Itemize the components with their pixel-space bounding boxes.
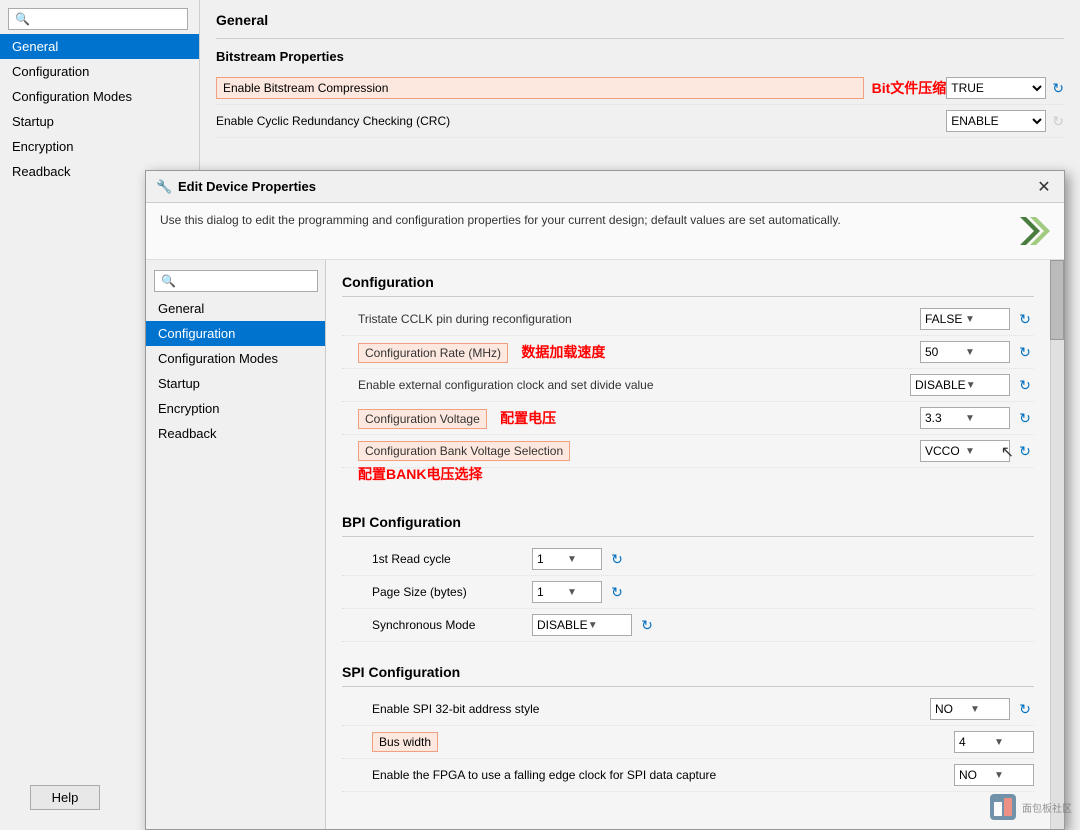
refresh-icon-compression[interactable]: ↻ [1052, 80, 1064, 97]
configuration-section-title: Configuration [342, 268, 1034, 297]
bpi-dropdown-read-cycle[interactable]: 1 ▼ [532, 548, 602, 570]
config-label-voltage: Configuration Voltage 配置电压 [358, 408, 920, 429]
config-row-voltage: Configuration Voltage 配置电压 3.3 ▼ ↻ [342, 402, 1034, 435]
refresh-icon-bank-voltage[interactable]: ↻ [1016, 443, 1034, 460]
bg-prop-row-crc: Enable Cyclic Redundancy Checking (CRC) … [216, 105, 1064, 138]
refresh-icon-crc[interactable]: ↻ [1052, 113, 1064, 130]
bg-prop-select-crc[interactable]: ENABLE [946, 110, 1046, 132]
bg-prop-label-crc: Enable Cyclic Redundancy Checking (CRC) [216, 114, 946, 128]
bpi-dropdown-sync-mode[interactable]: DISABLE ▼ [532, 614, 632, 636]
config-row-extclock: Enable external configuration clock and … [342, 369, 1034, 402]
bpi-section-title: BPI Configuration [342, 508, 1034, 537]
bg-nav-general[interactable]: General [0, 34, 199, 59]
watermark-text: 面包板社区 [1022, 800, 1072, 815]
bg-search-input[interactable] [8, 8, 188, 30]
refresh-icon-sync-mode[interactable]: ↻ [638, 617, 656, 634]
spi-row-falling-edge: Enable the FPGA to use a falling edge cl… [342, 759, 1034, 792]
modal-titlebar: 🔧 Edit Device Properties ✕ [146, 171, 1064, 203]
bg-section-title: General [216, 12, 1064, 28]
config-row-rate: Configuration Rate (MHz) 数据加载速度 50 ▼ ↻ [342, 336, 1034, 369]
bpi-row-page-size: Page Size (bytes) 1 ▼ ↻ [342, 576, 1034, 609]
refresh-icon-read-cycle[interactable]: ↻ [608, 551, 626, 568]
bg-nav-startup[interactable]: Startup [0, 109, 199, 134]
refresh-icon-extclock[interactable]: ↻ [1016, 377, 1034, 394]
refresh-icon-rate[interactable]: ↻ [1016, 344, 1034, 361]
chinese-label-bank-voltage: 配置BANK电压选择 [358, 466, 482, 482]
modal-nav-general[interactable]: General [146, 296, 325, 321]
config-label-extclock: Enable external configuration clock and … [358, 378, 910, 392]
watermark-logo [988, 792, 1018, 822]
refresh-icon-tristate[interactable]: ↻ [1016, 311, 1034, 328]
config-dropdown-tristate[interactable]: FALSE ▼ [920, 308, 1010, 330]
help-button[interactable]: Help [30, 785, 100, 810]
chinese-label-voltage: 配置电压 [500, 410, 556, 426]
dialog-icon: 🔧 [156, 179, 172, 195]
spi-row-bus-width: Bus width 4 ▼ [342, 726, 1034, 759]
spi-label-bus-width: Bus width [372, 732, 954, 752]
site-watermark: 面包板社区 [988, 792, 1072, 822]
modal-nav-configuration[interactable]: Configuration [146, 321, 325, 346]
configuration-section: Configuration Tristate CCLK pin during r… [326, 260, 1050, 496]
config-dropdown-bank-voltage[interactable]: VCCO ▼ [920, 440, 1010, 462]
config-dropdown-extclock[interactable]: DISABLE ▼ [910, 374, 1010, 396]
bpi-label-sync-mode: Synchronous Mode [372, 618, 532, 632]
spi-dropdown-falling-edge[interactable]: NO ▼ [954, 764, 1034, 786]
spi-row-address-style: Enable SPI 32-bit address style NO ▼ ↻ [342, 693, 1034, 726]
bpi-label-page-size: Page Size (bytes) [372, 585, 532, 599]
modal-close-button[interactable]: ✕ [1034, 177, 1054, 197]
bpi-row-sync-mode: Synchronous Mode DISABLE ▼ ↻ [342, 609, 1034, 642]
modal-nav-readback[interactable]: Readback [146, 421, 325, 446]
xilinx-logo [1014, 213, 1050, 249]
bpi-label-read-cycle: 1st Read cycle [372, 552, 532, 566]
edit-device-properties-dialog: 🔧 Edit Device Properties ✕ Use this dial… [145, 170, 1065, 830]
modal-description-bar: Use this dialog to edit the programming … [146, 203, 1064, 260]
config-label-bank-voltage: Configuration Bank Voltage Selection [358, 441, 920, 461]
spi-section-title: SPI Configuration [342, 658, 1034, 687]
modal-title: Edit Device Properties [178, 179, 1034, 194]
scrollbar-track [1050, 260, 1064, 829]
bg-nav-encryption[interactable]: Encryption [0, 134, 199, 159]
modal-content-area: General Configuration Configuration Mode… [146, 260, 1064, 829]
refresh-icon-address-style[interactable]: ↻ [1016, 701, 1034, 718]
bg-chinese-compression: Bit文件压缩 [872, 78, 947, 98]
modal-right-panel: Configuration Tristate CCLK pin during r… [326, 260, 1064, 829]
spi-label-address-style: Enable SPI 32-bit address style [372, 702, 930, 716]
modal-nav-encryption[interactable]: Encryption [146, 396, 325, 421]
modal-search-input[interactable] [154, 270, 318, 292]
chinese-label-rate: 数据加载速度 [521, 344, 605, 360]
refresh-icon-page-size[interactable]: ↻ [608, 584, 626, 601]
config-label-tristate: Tristate CCLK pin during reconfiguration [358, 312, 920, 326]
bg-bitstream-title: Bitstream Properties [216, 49, 1064, 64]
bpi-dropdown-page-size[interactable]: 1 ▼ [532, 581, 602, 603]
spi-dropdown-address-style[interactable]: NO ▼ [930, 698, 1010, 720]
config-row-tristate: Tristate CCLK pin during reconfiguration… [342, 303, 1034, 336]
bg-nav-configuration-modes[interactable]: Configuration Modes [0, 84, 199, 109]
modal-sidebar: General Configuration Configuration Mode… [146, 260, 326, 829]
bpi-configuration-section: BPI Configuration 1st Read cycle 1 ▼ ↻ P… [326, 500, 1050, 650]
modal-nav-configuration-modes[interactable]: Configuration Modes [146, 346, 325, 371]
bg-prop-label-compression: Enable Bitstream Compression [216, 77, 864, 99]
spi-dropdown-bus-width[interactable]: 4 ▼ [954, 731, 1034, 753]
bg-prop-select-compression[interactable]: TRUE [946, 77, 1046, 99]
modal-nav-startup[interactable]: Startup [146, 371, 325, 396]
scrollbar-thumb[interactable] [1050, 260, 1064, 340]
config-dropdown-rate[interactable]: 50 ▼ [920, 341, 1010, 363]
spi-configuration-section: SPI Configuration Enable SPI 32-bit addr… [326, 650, 1050, 800]
spi-label-falling-edge: Enable the FPGA to use a falling edge cl… [372, 768, 954, 782]
config-label-rate: Configuration Rate (MHz) 数据加载速度 [358, 342, 920, 363]
refresh-icon-voltage[interactable]: ↻ [1016, 410, 1034, 427]
modal-body: Use this dialog to edit the programming … [146, 203, 1064, 829]
bg-prop-row-compression: Enable Bitstream Compression Bit文件压缩 TRU… [216, 72, 1064, 105]
config-dropdown-voltage[interactable]: 3.3 ▼ [920, 407, 1010, 429]
bg-nav-configuration[interactable]: Configuration [0, 59, 199, 84]
bpi-row-read-cycle: 1st Read cycle 1 ▼ ↻ [342, 543, 1034, 576]
modal-description-text: Use this dialog to edit the programming … [160, 213, 1004, 227]
